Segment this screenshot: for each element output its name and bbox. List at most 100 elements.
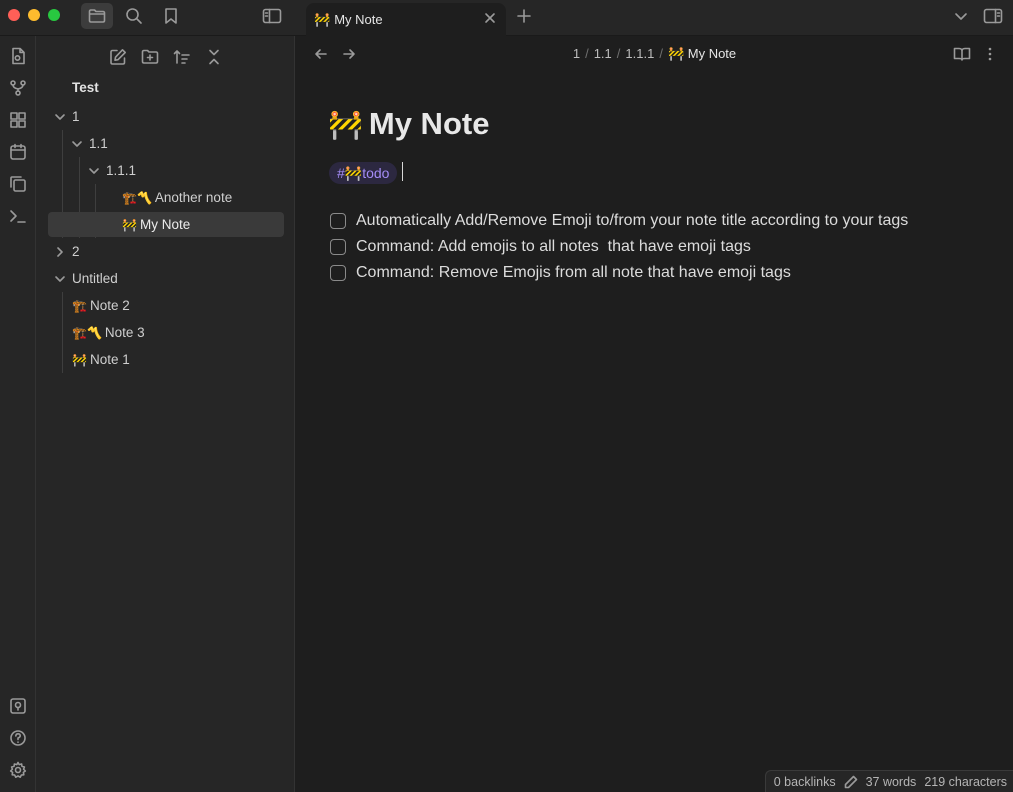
tree-folder-1-1[interactable]: 1.1 <box>48 131 284 156</box>
tree-item-emoji: 🏗️〽️ <box>122 190 152 205</box>
tree-item-label: 1.1.1 <box>106 163 137 178</box>
file-explorer-sidebar: Test 1 1.1 1.1.1 🏗️〽️ Another note 🚧 My … <box>36 36 295 792</box>
sidebar-right-icon <box>983 8 1003 24</box>
editor-pane: 1/1.1/1.1.1/🚧 My Note 🚧 My Note #🚧todo A… <box>296 36 1013 792</box>
gear-icon <box>9 761 27 778</box>
search-button[interactable] <box>118 3 150 29</box>
tree-item-label: 1 <box>72 109 80 124</box>
task-checkbox[interactable] <box>330 213 346 229</box>
bookmark-icon <box>165 8 177 24</box>
task-text[interactable]: Command: Add emojis to all notes that ha… <box>356 238 751 256</box>
task-checkbox[interactable] <box>330 265 346 281</box>
chevron-down-icon <box>55 113 65 120</box>
tree-item-emoji: 🚧 <box>72 352 87 367</box>
tree-item-label: Another note <box>154 190 233 205</box>
chevron-down-icon <box>72 140 82 147</box>
collapse-all-button[interactable] <box>202 45 226 69</box>
toggle-left-sidebar-button[interactable] <box>256 3 288 29</box>
new-note-button[interactable] <box>106 45 130 69</box>
tree-folder-2[interactable]: 2 <box>48 239 284 264</box>
tree-folder-untitled[interactable]: Untitled <box>48 266 284 291</box>
tree-item-label: Note 3 <box>104 325 145 340</box>
tree-item-emoji: 🚧 <box>122 217 137 232</box>
word-count: 37 words <box>865 774 917 789</box>
bookmarks-button[interactable] <box>155 3 187 29</box>
status-bar: 0 backlinks 37 words 219 characters <box>764 770 1013 792</box>
tree-folder-1[interactable]: 1 <box>48 104 284 129</box>
new-folder-button[interactable] <box>138 45 162 69</box>
chevron-down-icon <box>89 167 99 174</box>
tree-file-my-note[interactable]: 🚧 My Note <box>48 212 284 237</box>
ribbon-daily-note[interactable] <box>6 140 30 164</box>
vault-icon <box>10 698 26 714</box>
chevrons-collapse-icon <box>209 49 219 65</box>
tree-file-note-1[interactable]: 🚧 Note 1 <box>48 347 284 372</box>
calendar-icon <box>10 143 26 160</box>
text-cursor <box>402 162 403 181</box>
task-item: Command: Remove Emojis from all note tha… <box>330 262 791 284</box>
ribbon <box>0 36 36 792</box>
git-fork-icon <box>10 80 26 96</box>
folder-icon <box>88 9 106 23</box>
title-bar: 🚧 My Note <box>0 0 1013 36</box>
chevron-down-icon <box>55 275 65 282</box>
task-item: Command: Add emojis to all notes that ha… <box>330 236 751 258</box>
chevron-right-icon <box>57 246 63 257</box>
tag-todo[interactable]: #🚧todo <box>329 162 398 184</box>
more-vertical-icon <box>988 47 992 61</box>
tab-close-button[interactable] <box>483 11 497 25</box>
tab-title: My Note <box>334 12 383 27</box>
close-window-button[interactable] <box>8 9 20 21</box>
breadcrumb-item[interactable]: 1.1.1 <box>625 46 654 61</box>
more-options-button[interactable] <box>982 46 998 62</box>
task-checkbox[interactable] <box>330 239 346 255</box>
reading-view-button[interactable] <box>953 46 971 62</box>
layout-dashboard-icon <box>10 112 26 128</box>
file-search-icon <box>12 47 25 65</box>
tree-folder-1-1-1[interactable]: 1.1.1 <box>48 158 284 183</box>
plus-icon <box>517 9 531 23</box>
tab-emoji: 🚧 <box>314 11 331 27</box>
minimize-window-button[interactable] <box>28 9 40 21</box>
sort-order-button[interactable] <box>170 45 194 69</box>
task-text[interactable]: Automatically Add/Remove Emoji to/from y… <box>356 212 908 230</box>
terminal-icon <box>10 210 26 223</box>
backlinks-count[interactable]: 0 backlinks <box>774 775 836 789</box>
tree-item-label: 2 <box>72 244 80 259</box>
ribbon-switch-vault[interactable] <box>6 694 30 718</box>
toggle-right-sidebar-button[interactable] <box>977 3 1009 29</box>
help-circle-icon <box>10 730 26 746</box>
new-tab-button[interactable] <box>508 3 540 29</box>
tree-item-emoji: 🏗️〽️ <box>72 325 102 340</box>
vault-name[interactable]: Test <box>72 80 99 95</box>
pencil-icon[interactable] <box>844 775 858 789</box>
file-explorer-button[interactable] <box>81 3 113 29</box>
task-item: Automatically Add/Remove Emoji to/from y… <box>330 210 908 232</box>
tab-my-note[interactable]: 🚧 My Note <box>306 3 506 36</box>
zoom-window-button[interactable] <box>48 9 60 21</box>
ribbon-help[interactable] <box>6 726 30 750</box>
tree-file-note-3[interactable]: 🏗️〽️ Note 3 <box>48 320 284 345</box>
folder-plus-icon <box>141 49 159 64</box>
note-title[interactable]: 🚧 My Note <box>328 106 489 142</box>
chevron-down-icon <box>955 13 967 20</box>
breadcrumb-item[interactable]: 1.1 <box>594 46 612 61</box>
task-text[interactable]: Command: Remove Emojis from all note tha… <box>356 264 791 282</box>
tree-file-note-2[interactable]: 🏗️ Note 2 <box>48 293 284 318</box>
tree-item-label: 1.1 <box>89 136 108 151</box>
breadcrumb-current[interactable]: My Note <box>688 46 736 61</box>
sidebar-left-icon <box>262 8 282 24</box>
tab-list-dropdown[interactable] <box>945 3 977 29</box>
character-count: 219 characters <box>924 774 1007 789</box>
copy-icon <box>10 176 26 192</box>
tree-file-another-note[interactable]: 🏗️〽️ Another note <box>48 185 284 210</box>
ribbon-quick-switcher[interactable] <box>6 44 30 68</box>
ribbon-templates[interactable] <box>6 172 30 196</box>
ribbon-command-palette[interactable] <box>6 204 30 228</box>
breadcrumb-item[interactable]: 1 <box>573 46 580 61</box>
ribbon-graph-view[interactable] <box>6 76 30 100</box>
ribbon-settings[interactable] <box>6 758 30 782</box>
tree-item-label: Note 2 <box>89 298 130 313</box>
ribbon-canvas[interactable] <box>6 108 30 132</box>
book-open-icon <box>953 47 971 61</box>
